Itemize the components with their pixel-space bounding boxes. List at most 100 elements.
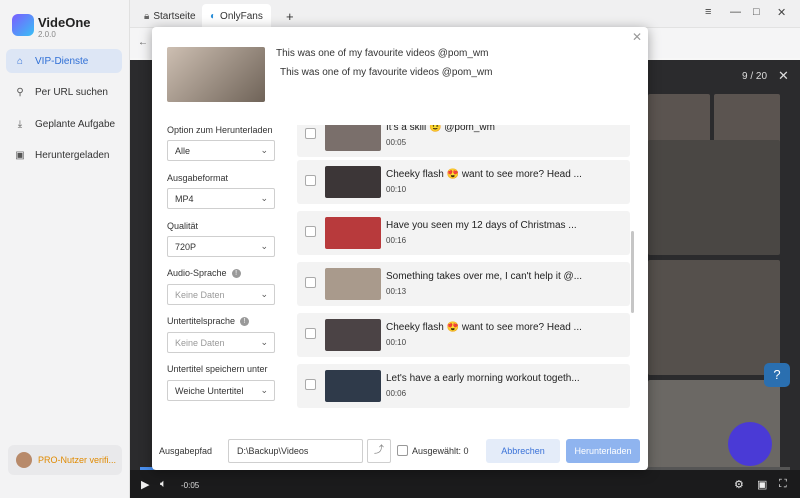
item-thumbnail <box>325 217 381 249</box>
item-checkbox[interactable] <box>305 226 316 237</box>
settings-icon[interactable]: ⚙ <box>734 478 744 491</box>
fullscreen-icon[interactable]: ⛶ <box>779 478 787 491</box>
pro-user-badge[interactable]: PRO-Nutzer verifi... <box>8 445 122 475</box>
sidebar-item-scheduled[interactable]: ⤓ Geplante Aufgabe <box>6 112 122 136</box>
minimize-icon[interactable]: — <box>730 6 741 18</box>
chevron-down-icon: ⌄ <box>260 385 268 395</box>
sidebar-item-search-url[interactable]: ⚲ Per URL suchen <box>6 80 122 104</box>
item-thumbnail <box>325 370 381 402</box>
item-title: Let's have a early morning workout toget… <box>386 373 580 384</box>
app-name: VideOne <box>38 15 91 30</box>
chevron-down-icon: ⌄ <box>260 241 268 251</box>
info-icon[interactable]: ! <box>240 316 250 326</box>
sidebar-item-downloaded[interactable]: ▣ Heruntergeladen <box>6 143 122 167</box>
list-item[interactable]: Have you seen my 12 days of Christmas ..… <box>297 211 630 255</box>
pip-icon[interactable]: ▣ <box>757 478 767 491</box>
output-path-field[interactable]: D:\Backup\Videos <box>228 439 363 463</box>
sidebar: VideOne 2.0.0 ⌂ VIP-Dienste ⚲ Per URL such… <box>0 0 130 498</box>
menu-icon[interactable]: ≡ <box>705 6 711 18</box>
sidebar-item-vip[interactable]: ⌂ VIP-Dienste <box>6 49 122 73</box>
browse-folder-icon[interactable]: ⤴ <box>367 439 391 463</box>
video-list: It's a skill 😉 @pom_wm 00:05 Cheeky flash… <box>297 125 633 415</box>
back-icon[interactable]: ← <box>138 37 148 48</box>
app-version: 2.0.0 <box>38 30 56 39</box>
close-viewer-icon[interactable]: ✕ <box>778 68 789 84</box>
thumbnail[interactable] <box>648 140 780 255</box>
play-icon[interactable]: ▶ <box>141 478 149 491</box>
media-counter: 9 / 20 <box>742 71 768 82</box>
download-dialog: ✕ This was one of my favourite videos @p… <box>152 27 648 470</box>
sidebar-item-label: Geplante Aufgabe <box>35 118 116 130</box>
item-thumbnail <box>325 125 381 151</box>
item-checkbox[interactable] <box>305 277 316 288</box>
subtitle-save-select[interactable]: Weiche Untertitel ⌄ <box>167 380 275 401</box>
list-item[interactable]: Cheeky flash 😍 want to see more? Head ..… <box>297 313 630 357</box>
chevron-down-icon: ⌄ <box>260 145 268 155</box>
item-checkbox[interactable] <box>305 128 316 139</box>
output-format-label: Ausgabeformat <box>167 173 229 183</box>
output-format-select[interactable]: MP4 ⌄ <box>167 188 275 209</box>
item-checkbox[interactable] <box>305 379 316 390</box>
select-all-checkbox[interactable] <box>397 445 408 456</box>
chevron-down-icon: ⌄ <box>260 193 268 203</box>
video-subtitle: This was one of my favourite videos @pom… <box>280 67 493 78</box>
video-thumbnail <box>167 47 265 102</box>
video-title: This was one of my favourite videos @pom… <box>276 48 489 59</box>
chevron-down-icon: ⌄ <box>260 289 268 299</box>
item-duration: 00:13 <box>386 287 407 296</box>
item-duration: 00:05 <box>386 138 407 147</box>
subtitle-language-label: Untertitelsprache! <box>167 316 250 326</box>
subtitle-save-label: Untertitel speichern unter <box>167 364 268 374</box>
sidebar-item-label: Heruntergeladen <box>35 149 110 161</box>
list-item[interactable]: Something takes over me, I can't help it… <box>297 262 630 306</box>
list-item[interactable]: Cheeky flash 😍 want to see more? Head ..… <box>297 160 630 204</box>
avatar <box>16 452 32 468</box>
app-logo <box>12 14 34 36</box>
maximize-icon[interactable]: □ <box>753 6 760 18</box>
download-icon: ⤓ <box>17 118 23 130</box>
lock-icon: 🔒︎ <box>144 10 150 22</box>
search-icon: ⚲ <box>16 86 24 98</box>
download-option-label: Option zum Herunterladen <box>167 125 273 135</box>
tab-startseite[interactable]: 🔒︎ Startseite <box>136 4 204 28</box>
close-icon[interactable]: ✕ <box>632 30 642 44</box>
item-checkbox[interactable] <box>305 175 316 186</box>
onlyfans-icon: ◐ <box>210 10 217 22</box>
item-title: Cheeky flash 😍 want to see more? Head ..… <box>386 169 582 180</box>
selected-count: Ausgewählt: 0 <box>412 446 469 456</box>
item-duration: 00:16 <box>386 236 407 245</box>
item-thumbnail <box>325 166 381 198</box>
volume-icon[interactable]: 🔈︎ <box>160 478 167 491</box>
item-duration: 00:10 <box>386 338 407 347</box>
item-title: Something takes over me, I can't help it… <box>386 271 583 282</box>
time-remaining: -0:05 <box>181 481 200 490</box>
tab-label: Startseite <box>153 10 196 22</box>
new-tab-button[interactable]: + <box>278 4 302 28</box>
item-checkbox[interactable] <box>305 328 316 339</box>
list-item[interactable]: It's a skill 😉 @pom_wm 00:05 <box>297 125 630 157</box>
help-icon[interactable]: ? <box>764 363 790 387</box>
folder-icon: ▣ <box>15 149 25 161</box>
quality-label: Qualität <box>167 221 199 231</box>
quality-select[interactable]: 720P ⌄ <box>167 236 275 257</box>
audio-language-label: Audio-Sprache! <box>167 268 241 278</box>
list-item[interactable]: Let's have a early morning workout toget… <box>297 364 630 408</box>
tab-bar: 🔒︎ Startseite ◐ OnlyFans + ≡ — □ ✕ <box>130 0 800 28</box>
thumbnail[interactable] <box>648 260 780 375</box>
download-option-select[interactable]: Alle ⌄ <box>167 140 275 161</box>
download-button[interactable]: Herunterladen <box>566 439 640 463</box>
sidebar-item-label: Per URL suchen <box>35 86 108 98</box>
subtitle-language-select[interactable]: Keine Daten ⌄ <box>167 332 275 353</box>
tab-onlyfans[interactable]: ◐ OnlyFans <box>202 4 271 28</box>
chevron-down-icon: ⌄ <box>260 337 268 347</box>
output-path-label: Ausgabepfad <box>159 446 213 456</box>
list-scrollbar[interactable] <box>631 231 634 313</box>
audio-language-select[interactable]: Keine Daten ⌄ <box>167 284 275 305</box>
home-icon: ⌂ <box>16 55 24 67</box>
close-window-icon[interactable]: ✕ <box>777 6 786 19</box>
info-icon[interactable]: ! <box>231 268 241 278</box>
cancel-button[interactable]: Abbrechen <box>486 439 560 463</box>
item-title: Have you seen my 12 days of Christmas ..… <box>386 220 577 231</box>
item-thumbnail <box>325 268 381 300</box>
loading-spinner-icon <box>728 422 772 466</box>
